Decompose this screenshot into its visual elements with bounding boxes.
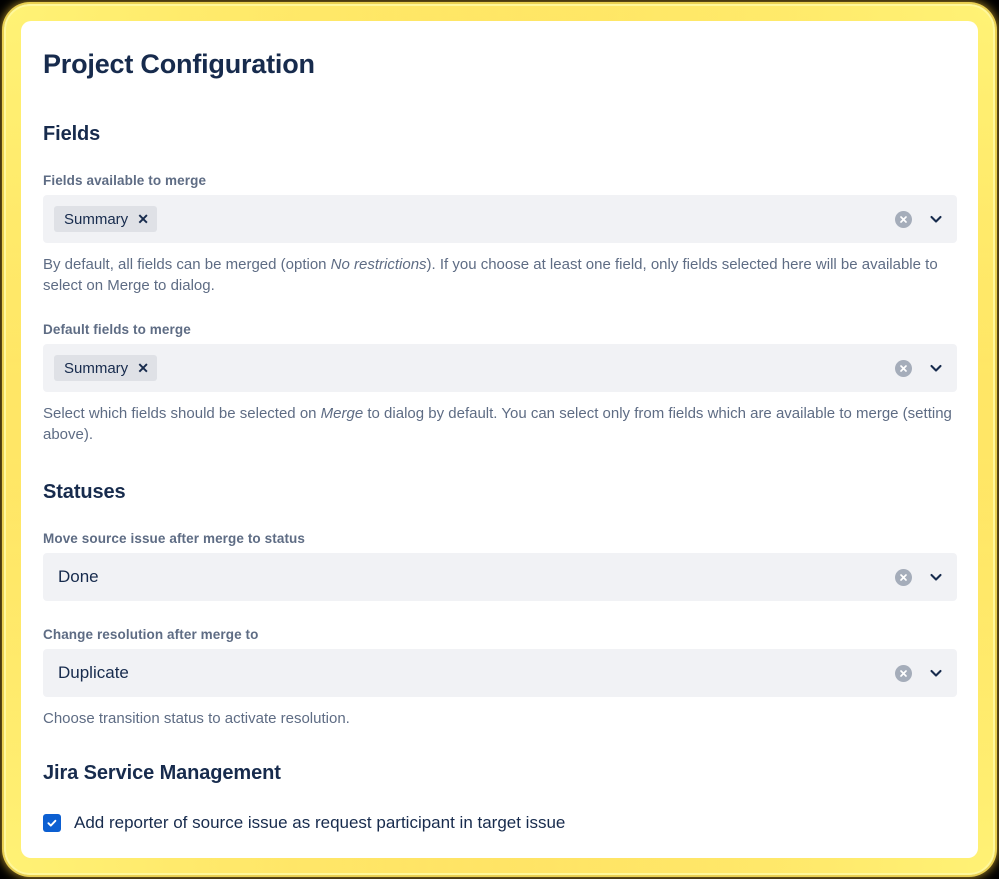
checkbox-row-add-reporter[interactable]: Add reporter of source issue as request …: [43, 813, 956, 833]
tag-chip-summary-default[interactable]: Summary ✕: [54, 355, 157, 381]
label-move-source-issue-status: Move source issue after merge to status: [43, 531, 305, 546]
page-title: Project Configuration: [43, 49, 315, 79]
helper-prefix: By default, all fields can be merged (op…: [43, 256, 331, 273]
helper-emphasis: Merge: [320, 405, 364, 422]
tag-remove-icon[interactable]: ✕: [137, 361, 149, 375]
label-default-fields-to-merge: Default fields to merge: [43, 322, 191, 337]
resolution-value: Duplicate: [58, 663, 129, 682]
helper-text-default-fields: Select which fields should be selected o…: [43, 403, 956, 445]
clear-circle-icon[interactable]: [895, 359, 912, 377]
clear-circle-icon[interactable]: [895, 664, 912, 682]
tag-chip-label: Summary: [64, 210, 129, 228]
resolution-select[interactable]: Duplicate: [43, 649, 957, 697]
helper-emphasis: No restrictions: [330, 256, 427, 273]
tag-chip-summary-available[interactable]: Summary ✕: [54, 206, 157, 232]
clear-circle-icon[interactable]: [895, 568, 912, 586]
chevron-down-icon[interactable]: [928, 569, 944, 585]
section-heading-statuses: Statuses: [43, 481, 126, 503]
app-root: Project Configuration Fields Fields avai…: [0, 0, 999, 879]
section-heading-jira-service-management: Jira Service Management: [43, 762, 281, 784]
select-icons-group: [895, 345, 944, 391]
chevron-down-icon[interactable]: [928, 211, 944, 227]
move-status-value: Done: [58, 567, 99, 586]
chevron-down-icon[interactable]: [928, 665, 944, 681]
fields-available-select[interactable]: Summary ✕: [43, 195, 957, 243]
configuration-card: Project Configuration Fields Fields avai…: [21, 21, 978, 858]
helper-prefix: Select which fields should be selected o…: [43, 405, 321, 422]
select-icons-group: [895, 650, 944, 696]
helper-text-resolution: Choose transition status to activate res…: [43, 710, 350, 727]
section-heading-fields: Fields: [43, 123, 101, 145]
checkbox-label-add-reporter: Add reporter of source issue as request …: [74, 813, 566, 832]
chevron-down-icon[interactable]: [928, 360, 944, 376]
select-icons-group: [895, 554, 944, 600]
default-fields-select[interactable]: Summary ✕: [43, 344, 957, 392]
tag-chip-label: Summary: [64, 359, 129, 377]
move-status-select[interactable]: Done: [43, 553, 957, 601]
tag-remove-icon[interactable]: ✕: [137, 212, 149, 226]
helper-text-fields-available: By default, all fields can be merged (op…: [43, 254, 956, 296]
label-fields-available-to-merge: Fields available to merge: [43, 173, 207, 188]
clear-circle-icon[interactable]: [895, 210, 912, 228]
select-icons-group: [895, 196, 944, 242]
label-change-resolution: Change resolution after merge to: [43, 627, 259, 642]
checkbox-add-reporter[interactable]: [43, 814, 61, 832]
